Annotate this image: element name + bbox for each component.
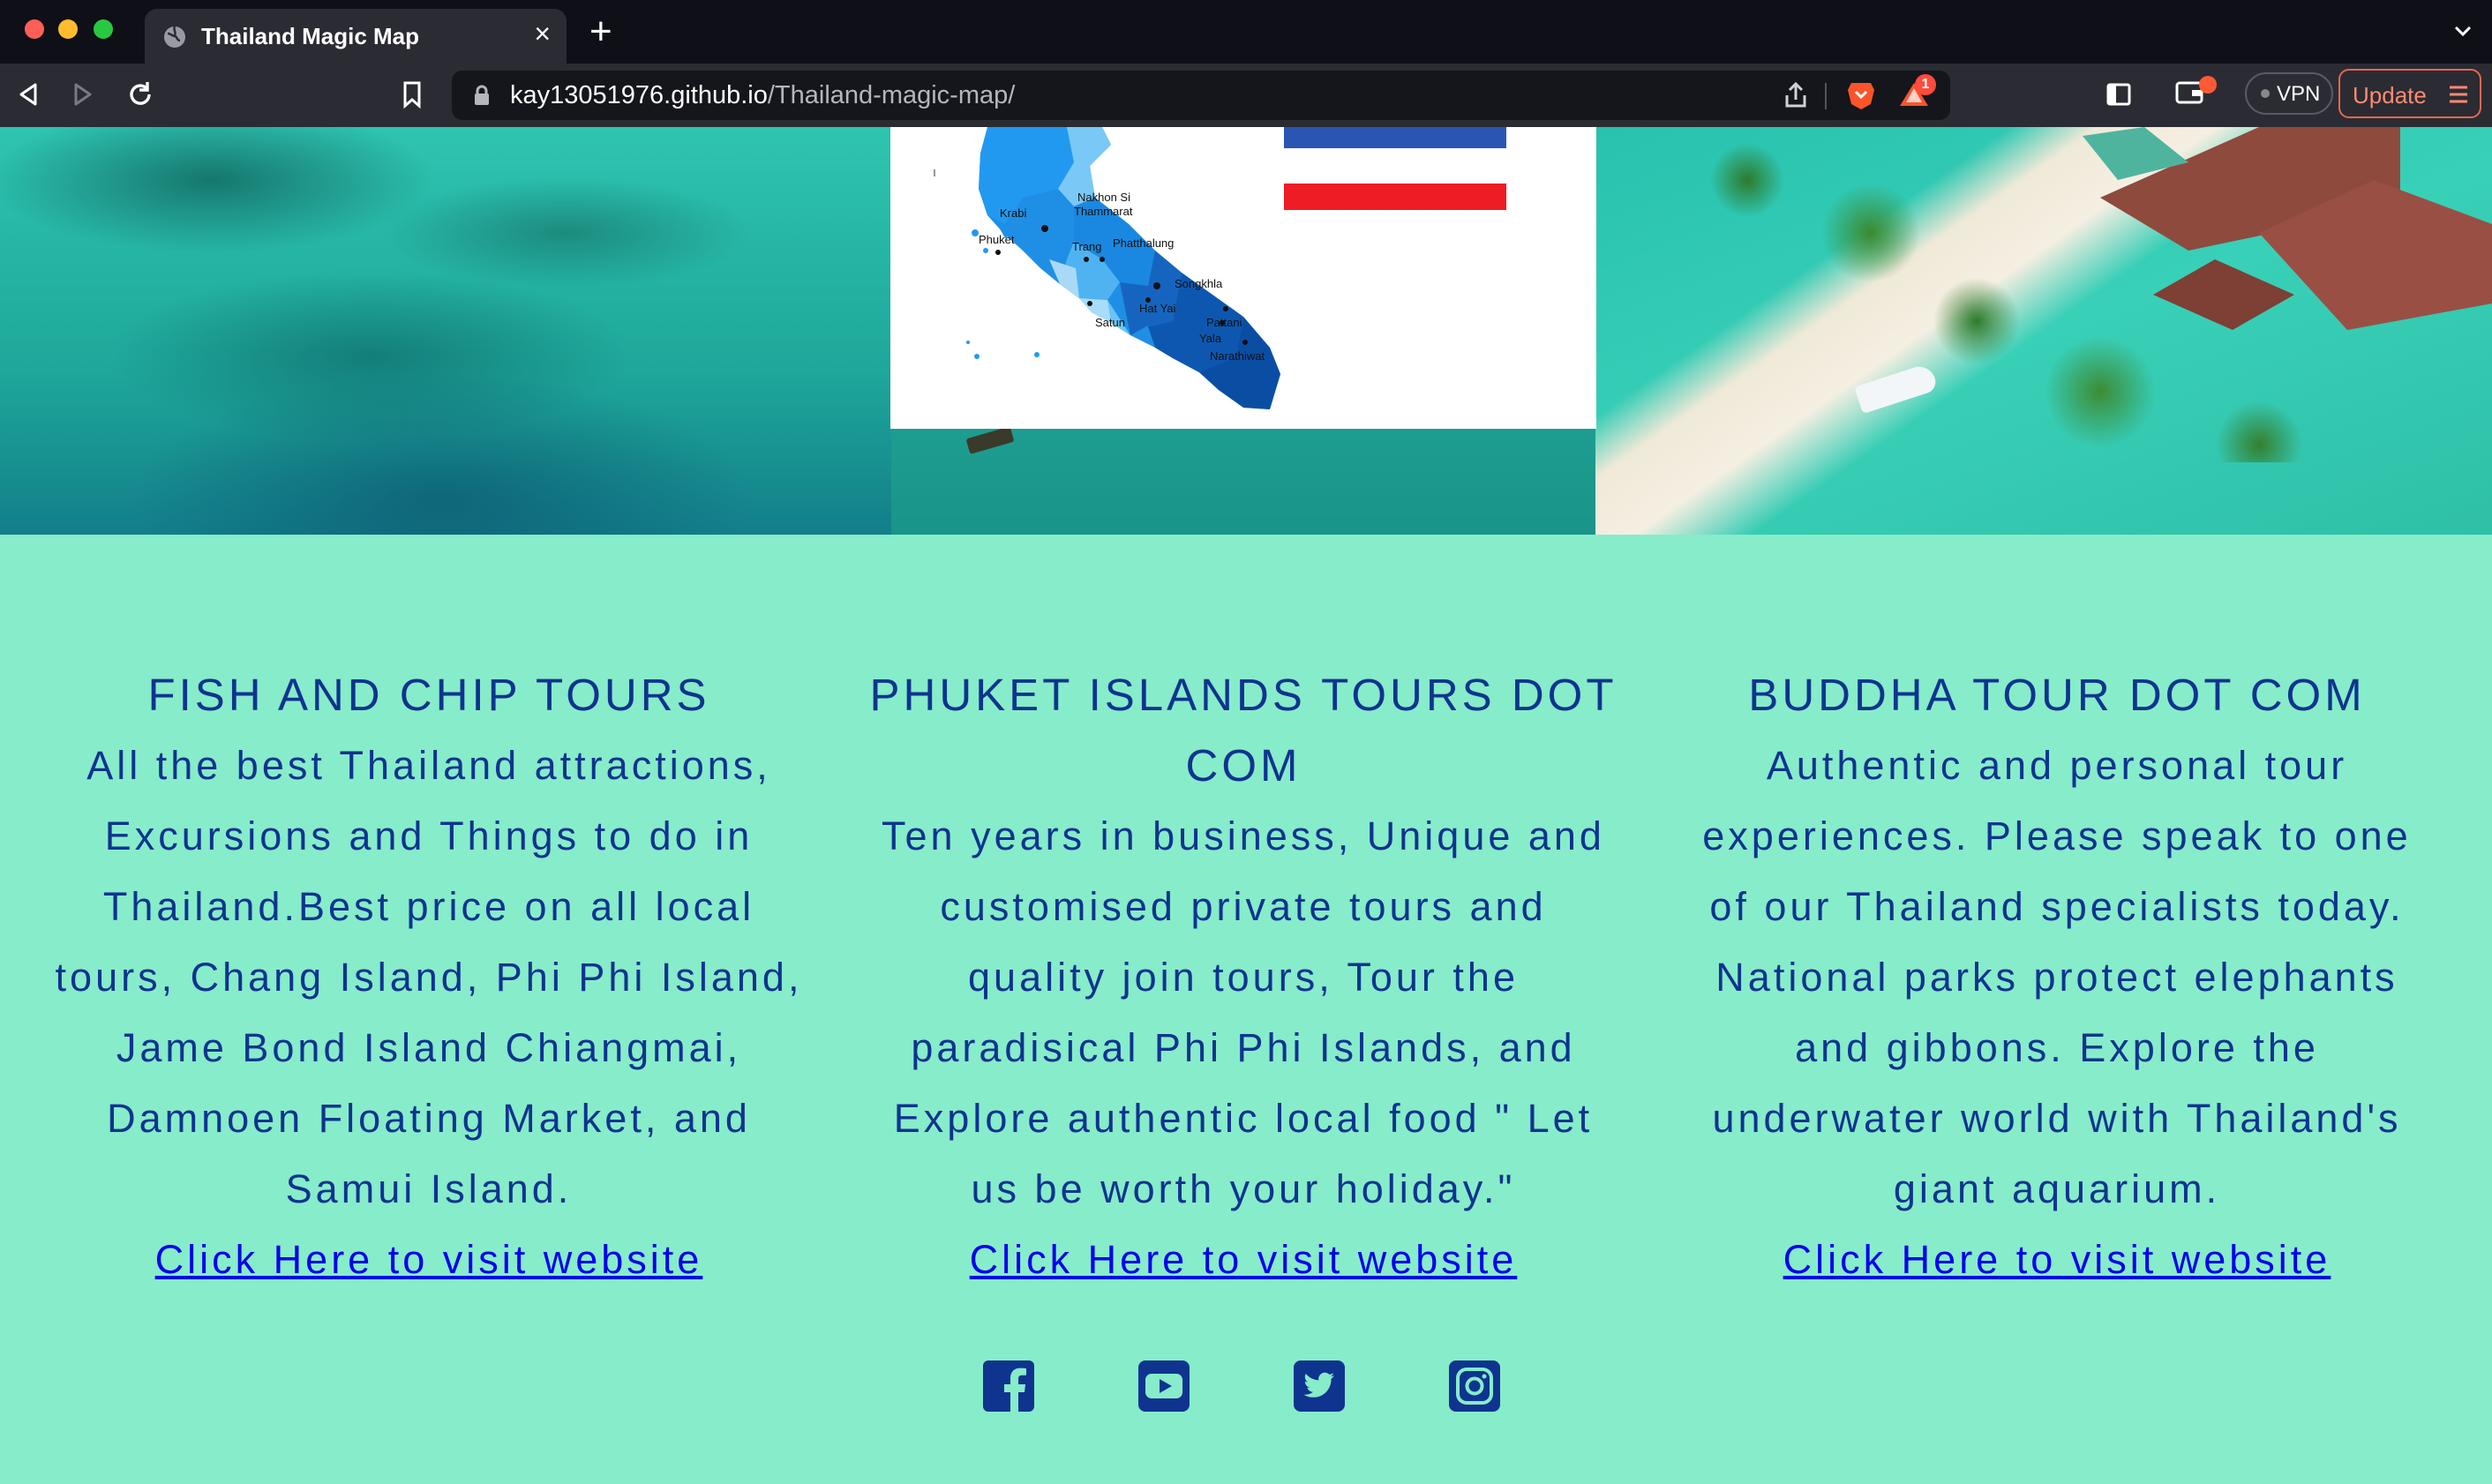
visit-website-link[interactable]: Click Here to visit website	[1783, 1225, 2331, 1295]
map-label-thammarat: Thammarat	[1074, 205, 1133, 218]
map-label-pattani: Pattani	[1206, 316, 1242, 329]
url-text: kay13051976.github.io/Thailand-magic-map…	[510, 81, 1016, 109]
thailand-map: Nakhon Si Thammarat Krabi Phuket Trang P…	[890, 127, 1596, 429]
vpn-label: VPN	[2277, 82, 2321, 106]
forward-button[interactable]	[67, 79, 97, 114]
browser-toolbar: kay13051976.github.io/Thailand-magic-map…	[0, 64, 2492, 127]
instagram-icon[interactable]	[1449, 1360, 1500, 1416]
browser-tab[interactable]: Thailand Magic Map ×	[145, 9, 567, 64]
bookmark-icon[interactable]	[399, 79, 425, 114]
chevron-down-icon[interactable]	[2451, 19, 2474, 47]
wallet-notification-dot	[2199, 76, 2217, 94]
tour-title: FISH AND CHIP TOURS	[147, 670, 710, 720]
map-label-nakhon: Nakhon Si	[1077, 191, 1130, 204]
map-label-phatthalung: Phatthalung	[1113, 236, 1174, 250]
close-window-button[interactable]	[25, 19, 44, 39]
resort-roofs	[2083, 127, 2492, 330]
address-bar[interactable]: kay13051976.github.io/Thailand-magic-map…	[452, 71, 1950, 120]
brave-shields-icon[interactable]	[1846, 79, 1876, 116]
hero-banner: Nakhon Si Thammarat Krabi Phuket Trang P…	[0, 127, 2492, 535]
minimize-window-button[interactable]	[58, 19, 78, 39]
map-label-satun: Satun	[1095, 316, 1125, 329]
tour-column: FISH AND CHIP TOURS All the best Thailan…	[54, 660, 804, 1295]
tour-description: All the best Thailand attractions, Excur…	[55, 743, 803, 1211]
map-label-phuket: Phuket	[979, 233, 1015, 246]
share-icon[interactable]	[1783, 81, 1809, 114]
tours-section: FISH AND CHIP TOURS All the best Thailan…	[0, 535, 2492, 1484]
youtube-icon[interactable]	[1138, 1360, 1190, 1416]
map-label-narathiwat: Narathiwat	[1210, 349, 1265, 363]
tour-title: PHUKET ISLANDS TOURS DOT COM	[869, 670, 1618, 791]
maximize-window-button[interactable]	[94, 19, 113, 39]
tour-description: Authentic and personal tour experiences.…	[1702, 743, 2412, 1211]
browser-tab-bar: Thailand Magic Map × +	[0, 0, 2492, 64]
notification-badge: 1	[1915, 74, 1936, 95]
tour-description: Ten years in business, Unique and custom…	[882, 813, 1605, 1211]
longtail-boat	[965, 426, 1015, 454]
visit-website-link[interactable]: Click Here to visit website	[155, 1225, 703, 1295]
new-tab-button[interactable]: +	[589, 12, 612, 51]
tour-column: PHUKET ISLANDS TOURS DOT COM Ten years i…	[868, 660, 1618, 1295]
facebook-icon[interactable]	[983, 1360, 1034, 1416]
sidebar-icon[interactable]	[2105, 81, 2132, 112]
ocean-image	[0, 127, 891, 535]
vpn-status-dot	[2261, 89, 2270, 98]
visit-website-link[interactable]: Click Here to visit website	[970, 1225, 1518, 1295]
update-label: Update	[2353, 82, 2427, 109]
thai-flag	[1284, 127, 1506, 210]
twitter-icon[interactable]	[1294, 1360, 1345, 1416]
tour-title: BUDDHA TOUR DOT COM	[1748, 670, 2366, 720]
url-divider	[1825, 83, 1827, 109]
map-label-trang: Trang	[1072, 240, 1101, 253]
tour-column: BUDDHA TOUR DOT COM Authentic and person…	[1682, 660, 2432, 1295]
map-label-hatyai: Hat Yai	[1139, 302, 1176, 315]
back-button[interactable]	[14, 79, 44, 114]
reload-button[interactable]	[125, 79, 155, 114]
tab-title: Thailand Magic Map	[201, 23, 420, 49]
globe-icon	[162, 25, 187, 54]
vpn-button[interactable]: VPN	[2245, 72, 2333, 115]
menu-icon[interactable]	[2448, 83, 2469, 112]
lock-icon	[473, 85, 491, 110]
close-tab-icon[interactable]: ×	[534, 19, 551, 48]
update-button[interactable]: Update	[2338, 69, 2481, 118]
map-label-songkhla: Songkhla	[1175, 277, 1223, 290]
map-label-krabi: Krabi	[1000, 206, 1026, 220]
map-label-yala: Yala	[1199, 332, 1222, 345]
